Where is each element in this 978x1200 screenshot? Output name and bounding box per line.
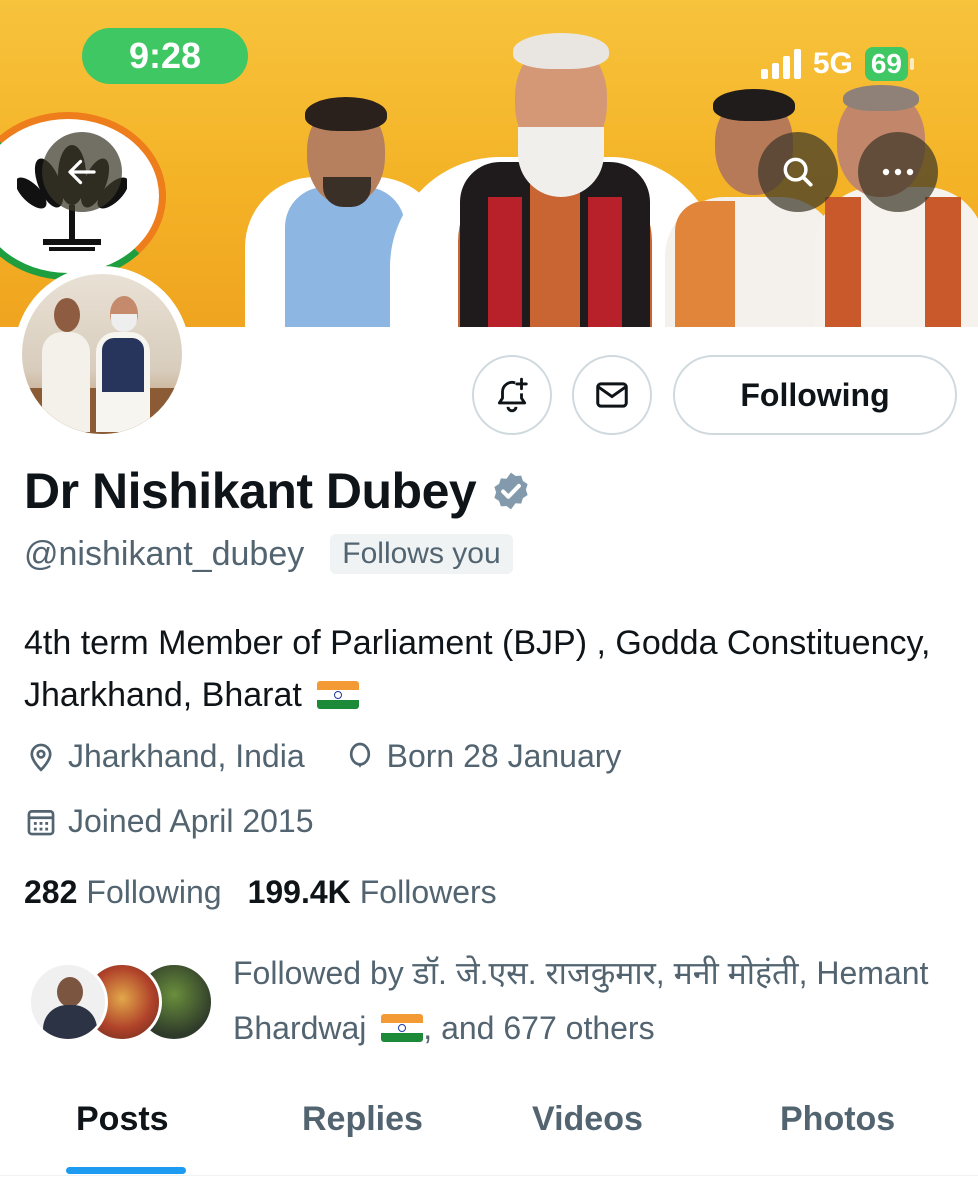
followers-label: Followers: [359, 874, 497, 910]
status-indicators: 5G 69: [760, 44, 915, 84]
calendar-icon: [27, 809, 55, 835]
status-time: 9:28: [82, 28, 248, 84]
arrow-left-icon: [68, 159, 96, 185]
mail-icon: [596, 382, 628, 408]
location-pin-icon: [30, 743, 52, 772]
search-icon: [783, 157, 813, 187]
more-horizontal-icon: [882, 168, 914, 176]
follows-you-badge: Follows you: [330, 534, 513, 574]
back-button[interactable]: [42, 132, 122, 212]
network-type: 5G: [812, 47, 853, 80]
meta-row-1: Jharkhand, India Born 28 January: [24, 738, 659, 775]
following-button[interactable]: Following: [673, 355, 957, 435]
joined-text: Joined April 2015: [68, 803, 314, 839]
location-text: Jharkhand, India: [68, 738, 305, 774]
tab-photos[interactable]: Photos: [780, 1100, 895, 1139]
profile-avatar[interactable]: [14, 266, 190, 442]
verified-badge-icon[interactable]: [490, 470, 532, 512]
active-tab-indicator: [66, 1167, 186, 1174]
following-stat[interactable]: 282 Following: [24, 874, 222, 911]
following-count: 282: [24, 874, 78, 910]
tab-posts[interactable]: Posts: [76, 1100, 169, 1139]
followers-stat[interactable]: 199.4K Followers: [248, 874, 497, 911]
followers-count: 199.4K: [247, 874, 351, 910]
followed-by-text[interactable]: Followed by डॉ. जे.एस. राजकुमार, मनी मोह…: [233, 946, 963, 1056]
meta-row-2: Joined April 2015: [24, 803, 352, 840]
location: Jharkhand, India: [24, 738, 305, 775]
bio: 4th term Member of Parliament (BJP) , Go…: [24, 617, 954, 721]
signal-icon: [760, 49, 801, 79]
birthday: Born 28 January: [343, 738, 622, 775]
balloon-icon: [349, 742, 370, 768]
handle-row: @nishikant_dubey Follows you: [24, 534, 513, 574]
name-row: Dr Nishikant Dubey: [24, 462, 532, 520]
profile-tabs: Posts Replies Videos Photos: [0, 1090, 978, 1176]
follow-stats: 282 Following 199.4K Followers: [24, 874, 523, 911]
joined: Joined April 2015: [24, 803, 314, 840]
avatar-photo: [22, 274, 182, 434]
follower-avatar-1: [28, 962, 108, 1042]
battery-level: 69: [864, 47, 915, 81]
bell-plus-icon: [497, 377, 528, 413]
following-label: Following: [86, 874, 222, 910]
display-name: Dr Nishikant Dubey: [24, 463, 477, 519]
search-button[interactable]: [758, 132, 838, 212]
bio-text: 4th term Member of Parliament (BJP) , Go…: [24, 624, 931, 714]
more-button[interactable]: [858, 132, 938, 212]
india-flag-icon: [381, 1014, 424, 1042]
followed-by-prefix: Followed by: [233, 955, 413, 991]
notifications-button[interactable]: [472, 355, 552, 435]
tab-videos[interactable]: Videos: [532, 1100, 643, 1139]
india-flag-icon: [317, 681, 360, 709]
followed-by-avatars[interactable]: [28, 962, 214, 1044]
followed-by-suffix: , and 677 others: [423, 1010, 655, 1046]
message-button[interactable]: [572, 355, 652, 435]
birthday-text: Born 28 January: [386, 738, 622, 774]
handle: @nishikant_dubey: [24, 534, 305, 573]
tab-replies[interactable]: Replies: [302, 1100, 423, 1139]
